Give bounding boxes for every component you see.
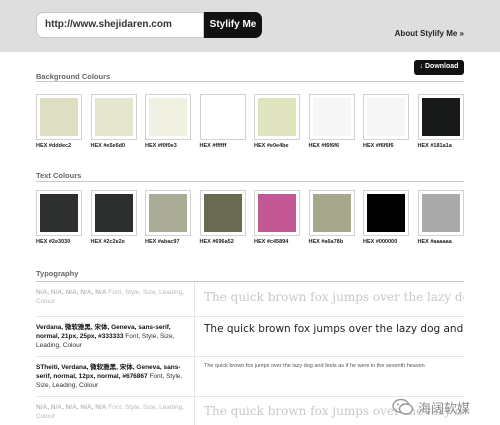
typography-sample: The quick brown fox jumps over the lazy … bbox=[204, 323, 464, 335]
swatch-hex-label: HEX #696a52 bbox=[199, 239, 234, 245]
swatch-colour-fill bbox=[258, 98, 296, 136]
swatch-colour-fill bbox=[40, 194, 78, 232]
download-icon: ↓ bbox=[419, 63, 424, 70]
colour-swatch[interactable]: HEX #000000 bbox=[363, 190, 409, 245]
swatch-frame bbox=[199, 94, 246, 140]
swatch-colour-fill bbox=[149, 194, 187, 232]
swatch-colour-fill bbox=[421, 98, 460, 136]
swatch-colour-fill bbox=[40, 98, 78, 136]
swatch-hex-label: HEX #f6f6f6 bbox=[308, 143, 340, 149]
swatch-frame bbox=[36, 94, 82, 140]
colour-swatch[interactable]: HEX #2e3030 bbox=[36, 190, 82, 245]
top-bar: http://www.shejidaren.com Stylify Me Abo… bbox=[0, 0, 500, 52]
swatch-colour-fill bbox=[367, 98, 405, 136]
swatch-hex-label: HEX #abac97 bbox=[145, 239, 180, 245]
typography-title: Typography bbox=[36, 269, 79, 278]
swatch-hex-label: HEX #c45894 bbox=[254, 239, 289, 245]
colour-swatch[interactable]: HEX #c45894 bbox=[254, 190, 300, 245]
text-colours-title: Text Colours bbox=[36, 171, 82, 180]
text-swatch-row: HEX #2e3030 HEX #2c2e2e HEX #abac97 HEX #69… bbox=[36, 190, 468, 254]
typography-spec: N/A, N/A, N/A, N/A, N/A Font, Style, Siz… bbox=[36, 289, 185, 305]
swatch-hex-label: HEX #000000 bbox=[363, 239, 398, 245]
typography-spec: STheiti, Verdana, 微软雅黑, 宋体, Geneva, sans… bbox=[36, 364, 183, 389]
divider bbox=[36, 81, 464, 82]
swatch-hex-label: HEX #2e3030 bbox=[36, 239, 71, 245]
typography-row: Verdana, 微软雅黑, 宋体, Geneva, sans-serif, n… bbox=[36, 316, 464, 356]
background-colours-title: Background Colours bbox=[36, 72, 111, 81]
swatch-frame bbox=[363, 190, 409, 236]
swatch-colour-fill bbox=[203, 98, 242, 136]
colour-swatch[interactable]: HEX #abac97 bbox=[145, 190, 191, 245]
colour-swatch[interactable]: HEX #f6f6f6 bbox=[363, 94, 409, 149]
swatch-frame bbox=[308, 94, 355, 140]
swatch-frame bbox=[145, 94, 191, 140]
swatch-colour-fill bbox=[312, 194, 351, 232]
swatch-hex-label: HEX #aaaaaa bbox=[417, 239, 452, 245]
typography-spec: Verdana, 微软雅黑, 宋体, Geneva, sans-serif, n… bbox=[36, 324, 175, 349]
swatch-colour-fill bbox=[312, 98, 351, 136]
colour-swatch[interactable]: HEX #a6a78b bbox=[308, 190, 355, 245]
swatch-frame bbox=[145, 190, 191, 236]
swatch-colour-fill bbox=[94, 194, 133, 232]
swatch-colour-fill bbox=[367, 194, 405, 232]
swatch-hex-label: HEX #f6f6f6 bbox=[363, 143, 394, 149]
download-button[interactable]: ↓ Download bbox=[414, 60, 464, 75]
swatch-frame bbox=[308, 190, 355, 236]
typography-sample: The quick brown fox jumps over the lazy … bbox=[204, 290, 464, 304]
swatch-hex-label: HEX #e0e4be bbox=[254, 143, 289, 149]
colour-swatch[interactable]: HEX #f6f6f6 bbox=[308, 94, 355, 149]
swatch-frame bbox=[254, 94, 300, 140]
swatch-frame bbox=[90, 190, 137, 236]
swatch-colour-fill bbox=[149, 98, 187, 136]
swatch-colour-fill bbox=[94, 98, 133, 136]
divider bbox=[36, 181, 464, 182]
swatch-colour-fill bbox=[203, 194, 242, 232]
typography-row: N/A, N/A, N/A, N/A, N/A Font, Style, Siz… bbox=[36, 282, 464, 316]
swatch-hex-label: HEX #dddec2 bbox=[36, 143, 72, 149]
swatch-frame bbox=[199, 190, 246, 236]
about-link[interactable]: About Stylify Me » bbox=[395, 29, 464, 38]
wechat-icon bbox=[392, 398, 414, 415]
typography-sample: The quick brown fox jumps over the lazy … bbox=[204, 363, 425, 369]
swatch-frame bbox=[417, 94, 464, 140]
swatch-hex-label: HEX #e5e6d0 bbox=[90, 143, 126, 149]
swatch-frame bbox=[90, 94, 137, 140]
watermark-text: 海阔软媒 bbox=[418, 402, 471, 417]
colour-swatch[interactable]: HEX #e5e6d0 bbox=[90, 94, 137, 149]
colour-swatch[interactable]: HEX #aaaaaa bbox=[417, 190, 464, 245]
colour-swatch[interactable]: HEX #ffffff bbox=[199, 94, 246, 149]
swatch-frame bbox=[417, 190, 464, 236]
swatch-hex-label: HEX #ffffff bbox=[199, 143, 227, 149]
swatch-hex-label: HEX #2c2e2e bbox=[90, 239, 125, 245]
typography-spec: N/A, N/A, N/A, N/A, N/A Font, Style, Siz… bbox=[36, 404, 185, 420]
background-swatch-row: HEX #dddec2 HEX #e5e6d0 HEX #f0f0e3 HEX #ff… bbox=[36, 94, 468, 158]
colour-swatch[interactable]: HEX #e0e4be bbox=[254, 94, 300, 149]
colour-swatch[interactable]: HEX #f0f0e3 bbox=[145, 94, 191, 149]
swatch-colour-fill bbox=[258, 194, 296, 232]
colour-swatch[interactable]: HEX #181a1a bbox=[417, 94, 464, 149]
colour-swatch[interactable]: HEX #2c2e2e bbox=[90, 190, 137, 245]
typography-row: STheiti, Verdana, 微软雅黑, 宋体, Geneva, sans… bbox=[36, 356, 464, 396]
swatch-frame bbox=[254, 190, 300, 236]
url-input[interactable]: http://www.shejidaren.com bbox=[36, 12, 204, 38]
colour-swatch[interactable]: HEX #696a52 bbox=[199, 190, 246, 245]
watermark: 海阔软媒 bbox=[392, 396, 500, 418]
swatch-hex-label: HEX #f0f0e3 bbox=[145, 143, 177, 149]
swatch-frame bbox=[36, 190, 82, 236]
swatch-frame bbox=[363, 94, 409, 140]
swatch-hex-label: HEX #a6a78b bbox=[308, 239, 344, 245]
stylify-me-button[interactable]: Stylify Me bbox=[204, 12, 262, 38]
colour-swatch[interactable]: HEX #dddec2 bbox=[36, 94, 82, 149]
download-label: Download bbox=[425, 63, 459, 70]
swatch-colour-fill bbox=[421, 194, 460, 232]
swatch-hex-label: HEX #181a1a bbox=[417, 143, 452, 149]
